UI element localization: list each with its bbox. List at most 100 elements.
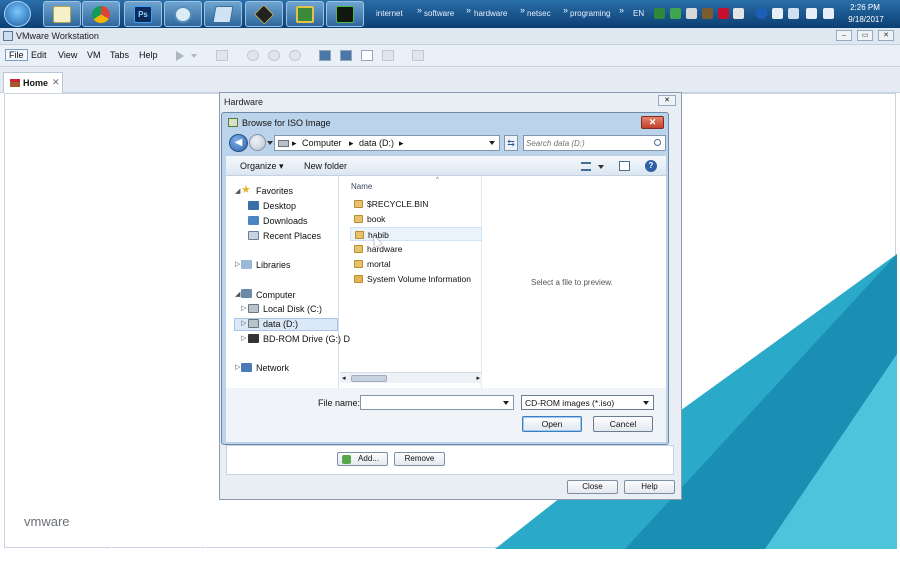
file-type-select[interactable]: CD-ROM images (*.iso) bbox=[521, 395, 654, 410]
menu-tabs[interactable]: Tabs bbox=[110, 50, 129, 60]
photoshop-icon[interactable]: Ps bbox=[124, 1, 162, 27]
quick-link-netsec[interactable]: netsec bbox=[527, 9, 551, 18]
forward-arrow-icon[interactable] bbox=[249, 134, 266, 151]
action-center-icon[interactable] bbox=[823, 8, 834, 19]
notepad-icon[interactable] bbox=[43, 1, 81, 27]
fullscreen-icon[interactable] bbox=[361, 50, 373, 61]
expand-icon[interactable]: ▷ bbox=[241, 304, 246, 312]
horizontal-scrollbar[interactable]: ◂ ▸ bbox=[340, 372, 482, 383]
clock-date[interactable]: 9/18/2017 bbox=[845, 15, 887, 24]
list-item[interactable]: book bbox=[350, 212, 482, 226]
help-button[interactable]: Help bbox=[624, 480, 675, 494]
clock-time[interactable]: 2:26 PM bbox=[848, 3, 882, 12]
nav-libraries[interactable]: Libraries bbox=[256, 260, 291, 270]
recent-pages-chevron-icon[interactable] bbox=[267, 141, 273, 145]
expand-icon[interactable]: ◢ bbox=[235, 187, 240, 195]
quick-link-software[interactable]: software bbox=[424, 9, 454, 18]
refresh-icon[interactable]: ⇆ bbox=[504, 135, 518, 151]
expand-icon[interactable]: ▷ bbox=[241, 319, 246, 327]
menu-vm[interactable]: VM bbox=[87, 50, 101, 60]
tray-app-icon[interactable] bbox=[702, 8, 713, 19]
search-box[interactable] bbox=[523, 135, 666, 151]
hardware-close-icon[interactable]: ✕ bbox=[658, 95, 676, 106]
breadcrumb-computer[interactable]: Computer bbox=[302, 138, 342, 148]
nav-downloads[interactable]: Downloads bbox=[263, 216, 308, 226]
snapshot-manager-icon[interactable] bbox=[268, 50, 280, 61]
play-icon[interactable] bbox=[176, 51, 184, 61]
close-dialog-button[interactable]: Close bbox=[567, 480, 618, 494]
nav-data-d[interactable]: data (D:) bbox=[263, 319, 298, 329]
tray-app-icon[interactable] bbox=[718, 8, 729, 19]
tool-icon[interactable] bbox=[245, 1, 283, 27]
network-icon[interactable] bbox=[164, 1, 202, 27]
nav-bd-rom[interactable]: BD-ROM Drive (G:) D bbox=[263, 334, 350, 344]
list-item[interactable]: mortal bbox=[350, 257, 482, 271]
new-folder-button[interactable]: New folder bbox=[304, 161, 347, 171]
tab-home[interactable]: Home ✕ bbox=[3, 72, 63, 93]
console-icon[interactable] bbox=[340, 50, 352, 61]
remove-button[interactable]: Remove bbox=[394, 452, 445, 466]
close-button[interactable]: ✕ bbox=[878, 30, 894, 41]
maximize-button[interactable]: ▭ bbox=[857, 30, 873, 41]
snapshot-icon[interactable] bbox=[216, 50, 228, 61]
search-icon[interactable] bbox=[654, 139, 661, 146]
file-name-dropdown-icon[interactable] bbox=[503, 401, 509, 405]
nav-network[interactable]: Network bbox=[256, 363, 289, 373]
language-indicator[interactable]: EN bbox=[633, 9, 644, 18]
menu-help[interactable]: Help bbox=[139, 50, 158, 60]
view-options-icon[interactable] bbox=[581, 162, 591, 171]
file-name-input[interactable] bbox=[360, 395, 514, 410]
nav-local-disk-c[interactable]: Local Disk (C:) bbox=[263, 304, 322, 314]
windows-start-icon[interactable] bbox=[4, 1, 31, 27]
expand-icon[interactable]: ▷ bbox=[235, 363, 240, 371]
bluetooth-icon[interactable] bbox=[756, 8, 767, 19]
chevron-down-icon[interactable] bbox=[643, 401, 649, 405]
menu-edit[interactable]: Edit bbox=[31, 50, 47, 60]
breadcrumb-data-d[interactable]: data (D:) bbox=[359, 138, 394, 148]
network-tray-icon[interactable] bbox=[788, 8, 799, 19]
column-header-name[interactable]: Name bbox=[351, 182, 372, 191]
browse-close-icon[interactable]: ✕ bbox=[641, 116, 664, 129]
notepad2-icon[interactable] bbox=[204, 1, 242, 27]
chevron-down-icon[interactable] bbox=[191, 54, 197, 58]
revert-icon[interactable] bbox=[247, 50, 259, 61]
add-button[interactable]: Add... bbox=[337, 452, 388, 466]
tray-app-icon[interactable] bbox=[733, 8, 744, 19]
nav-desktop[interactable]: Desktop bbox=[263, 201, 296, 211]
app-icon[interactable] bbox=[286, 1, 324, 27]
organize-menu[interactable]: Organize ▾ bbox=[240, 161, 284, 172]
back-arrow-icon[interactable]: ◀ bbox=[229, 134, 248, 152]
tray-app-icon[interactable] bbox=[686, 8, 697, 19]
volume-icon[interactable] bbox=[806, 8, 817, 19]
manage-icon[interactable] bbox=[289, 50, 301, 61]
terminal-icon[interactable] bbox=[326, 1, 364, 27]
cancel-button[interactable]: Cancel bbox=[593, 416, 653, 432]
tray-app-icon[interactable] bbox=[654, 8, 665, 19]
quick-link-hardware[interactable]: hardware bbox=[474, 9, 507, 18]
nav-computer[interactable]: Computer bbox=[256, 290, 296, 300]
menu-file[interactable]: File bbox=[5, 49, 28, 61]
open-button[interactable]: Open bbox=[522, 416, 582, 432]
list-item[interactable]: System Volume Information bbox=[350, 272, 482, 286]
unity-icon[interactable] bbox=[382, 50, 394, 61]
scrollbar-thumb[interactable] bbox=[351, 375, 387, 382]
scroll-left-icon[interactable]: ◂ bbox=[342, 374, 346, 382]
tray-app-icon[interactable] bbox=[670, 8, 681, 19]
nav-recent-places[interactable]: Recent Places bbox=[263, 231, 321, 241]
expand-icon[interactable]: ▷ bbox=[235, 260, 240, 268]
view-chevron-down-icon[interactable] bbox=[598, 165, 604, 169]
quick-link-programing[interactable]: programing bbox=[570, 9, 610, 18]
list-item[interactable]: habib bbox=[350, 227, 482, 241]
minimize-button[interactable]: – bbox=[836, 30, 852, 41]
list-item[interactable]: hardware bbox=[350, 242, 482, 256]
scroll-right-icon[interactable]: ▸ bbox=[476, 374, 480, 382]
expand-icon[interactable]: ◢ bbox=[235, 290, 240, 298]
menu-view[interactable]: View bbox=[58, 50, 77, 60]
help-icon[interactable]: ? bbox=[645, 160, 657, 172]
address-dropdown-icon[interactable] bbox=[489, 141, 495, 145]
chrome-icon[interactable] bbox=[82, 1, 120, 27]
signal-icon[interactable] bbox=[772, 8, 783, 19]
nav-favorites[interactable]: Favorites bbox=[256, 186, 293, 196]
preview-pane-icon[interactable] bbox=[619, 161, 630, 171]
quick-link-internet[interactable]: internet bbox=[376, 9, 403, 18]
